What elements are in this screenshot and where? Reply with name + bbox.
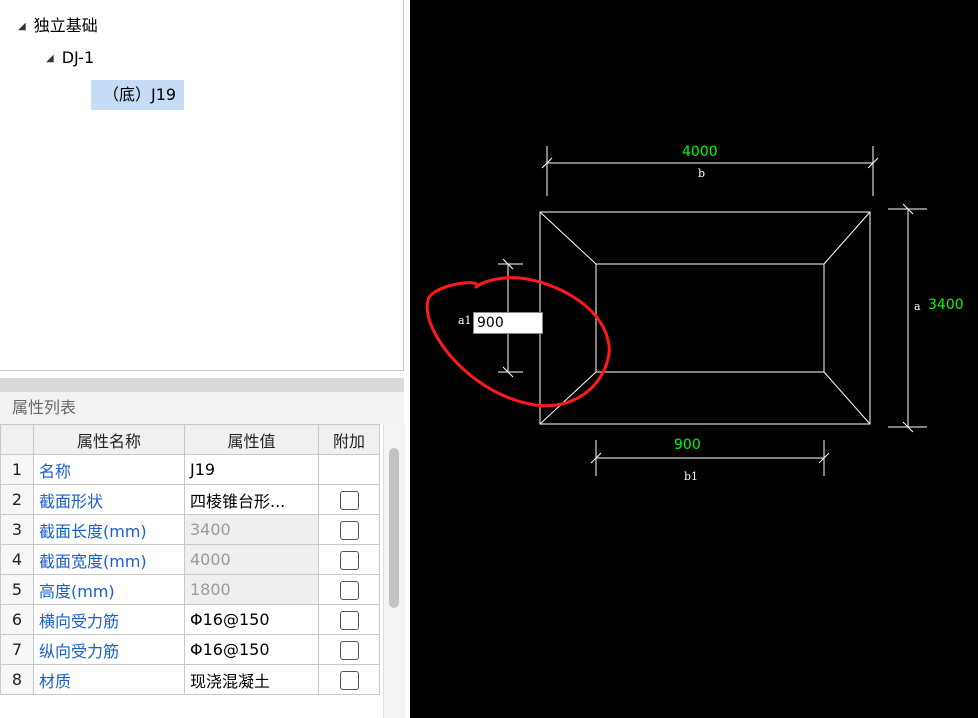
slope-edge [539,371,597,425]
slope-edge [539,211,597,265]
extra-cell [318,574,380,605]
property-value[interactable]: 现浇混凝土 [184,664,319,695]
property-name: 名称 [33,454,185,485]
tree-node-label: DJ-1 [61,48,95,67]
property-name: 横向受力筋 [33,604,185,635]
column-header-value: 属性值 [184,424,319,455]
panel-splitter[interactable] [0,378,404,392]
cad-canvas [425,146,927,476]
row-index: 7 [0,634,34,665]
left-panel: ◢ 独立基础 ◢ DJ-1 （底）J19 属性列表 属性名称 属性值 附加 1 名称 J… [0,0,410,718]
table-row[interactable]: 3 截面长度(mm) 3400 [0,514,380,545]
property-value[interactable]: 四棱锥台形... [184,484,319,515]
dimension-b-label: b [698,167,706,180]
dimension-b1 [590,440,830,476]
tree-node-label: （底）J19 [103,85,177,104]
table-header-row: 属性名称 属性值 附加 [0,424,380,455]
extra-cell [318,664,380,695]
table-row[interactable]: 4 截面宽度(mm) 4000 [0,544,380,575]
expand-toggle-icon[interactable]: ◢ [18,21,26,32]
extra-cell [318,454,380,485]
extra-cell [318,514,380,545]
cad-drawing-view[interactable]: 4000 b a 3400 900 b1 a1 [410,0,978,718]
component-tree: ◢ 独立基础 ◢ DJ-1 （底）J19 [0,0,404,371]
extra-cell [318,484,380,515]
property-value[interactable]: Φ16@150 [184,634,319,665]
property-name: 高度(mm) [33,574,185,605]
extra-cell [318,544,380,575]
property-name: 截面宽度(mm) [33,544,185,575]
extra-checkbox[interactable] [339,580,359,600]
a1-dimension-input[interactable] [473,312,543,334]
table-row[interactable]: 2 截面形状 四棱锥台形... [0,484,380,515]
column-header-name: 属性名称 [33,424,185,455]
dimension-a-value[interactable]: 3400 [928,297,964,313]
property-name: 截面形状 [33,484,185,515]
dimension-a1-label: a1 [458,314,472,327]
extra-checkbox[interactable] [339,610,359,630]
extra-checkbox[interactable] [339,550,359,570]
foundation-outer-outline [539,211,871,425]
properties-panel-title: 属性列表 [0,392,404,424]
row-index: 3 [0,514,34,545]
column-header-extra: 附加 [318,424,380,455]
property-value: 4000 [184,544,319,575]
slope-edge [823,371,871,425]
property-name: 截面长度(mm) [33,514,185,545]
table-row[interactable]: 5 高度(mm) 1800 [0,574,380,605]
extra-checkbox[interactable] [339,670,359,690]
scrollbar-thumb[interactable] [389,448,399,608]
dimension-a-label: a [914,300,921,313]
row-index: 5 [0,574,34,605]
slope-edge [823,211,871,265]
dimension-a [888,203,927,433]
property-value[interactable]: J19 [184,454,319,485]
extra-cell [318,634,380,665]
tree-node-dj1[interactable]: ◢ DJ-1 [46,48,94,67]
row-index: 8 [0,664,34,695]
property-value: 3400 [184,514,319,545]
dimension-b1-label: b1 [684,470,699,483]
property-value[interactable]: Φ16@150 [184,604,319,635]
red-annotation-circle [425,276,611,408]
table-row[interactable]: 6 横向受力筋 Φ16@150 [0,604,380,635]
extra-cell [318,604,380,635]
properties-table: 属性名称 属性值 附加 1 名称 J19 2 截面形状 四棱锥台形... 3 截面长度(mm)… [0,424,380,695]
table-row[interactable]: 1 名称 J19 [0,454,380,485]
property-name: 材质 [33,664,185,695]
property-value: 1800 [184,574,319,605]
tree-node-j19-selected[interactable]: （底）J19 [91,80,184,110]
tree-node-independent-foundation[interactable]: ◢ 独立基础 [18,12,98,36]
extra-checkbox[interactable] [339,490,359,510]
table-row[interactable]: 7 纵向受力筋 Φ16@150 [0,634,380,665]
row-index: 2 [0,484,34,515]
expand-toggle-icon[interactable]: ◢ [46,53,54,64]
tree-node-label: 独立基础 [33,16,98,35]
dimension-b-value[interactable]: 4000 [682,144,718,160]
extra-checkbox[interactable] [339,520,359,540]
row-index: 6 [0,604,34,635]
table-row[interactable]: 8 材质 现浇混凝土 [0,664,380,695]
property-name: 纵向受力筋 [33,634,185,665]
row-index: 4 [0,544,34,575]
column-header-index [0,424,34,455]
foundation-top-outline [595,263,825,373]
row-index: 1 [0,454,34,485]
dimension-b1-value[interactable]: 900 [674,437,701,453]
extra-checkbox[interactable] [339,640,359,660]
properties-scrollbar[interactable] [383,424,405,718]
